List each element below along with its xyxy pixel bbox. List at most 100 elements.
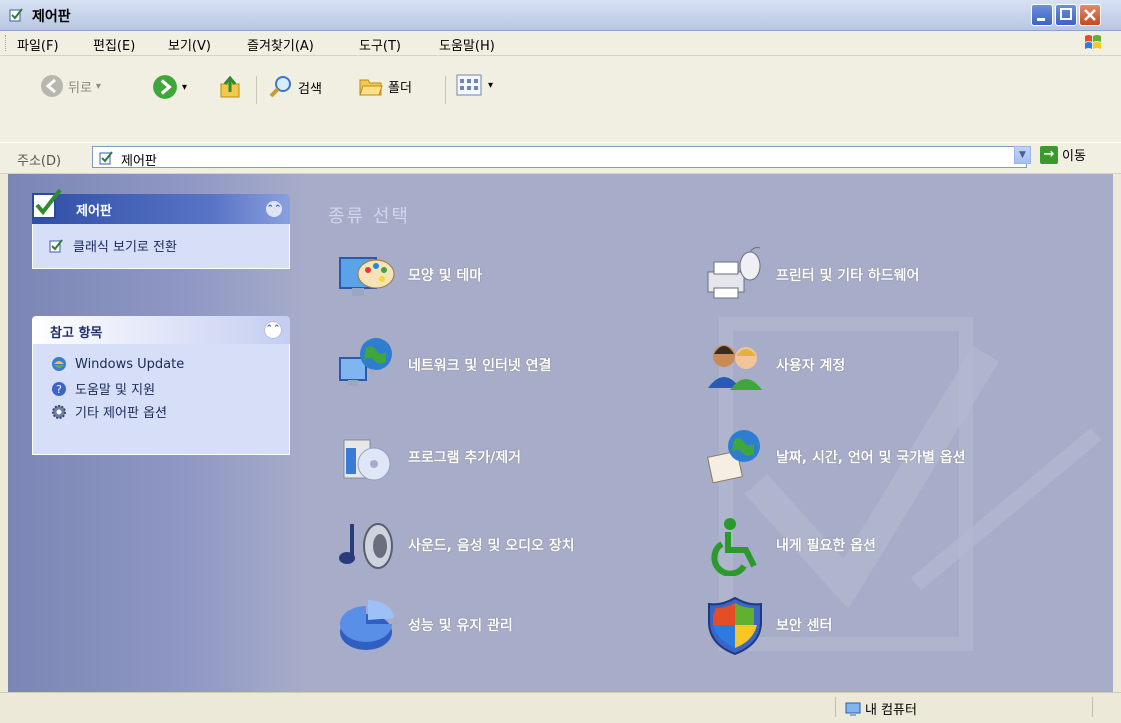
control-panel-icon [9,8,23,22]
category-network-label: 네트워크 및 인터넷 연결 [408,358,552,374]
category-printers-hardware[interactable]: 프린터 및 기타 하드웨어 [704,244,919,306]
collapse-icon[interactable]: ⌃⌃ [266,201,282,217]
users-icon [708,345,762,390]
see-also-panel: 참고 항목 ⌃⌃ Windows Update ? 도움말 및 지원 기타 제어… [32,316,290,455]
svg-text:?: ? [56,383,62,396]
category-appearance-themes[interactable]: 모양 및 테마 [336,244,482,306]
chevron-down-icon: ▼ [1019,150,1026,160]
views-icon [456,74,482,96]
address-bar: 주소(D) 제어판 [0,142,1121,174]
window-title: 제어판 [32,9,71,25]
help-icon: ? [52,381,66,396]
close-button[interactable] [1079,4,1101,26]
windows-update-icon [52,357,66,371]
help-support-link[interactable]: ? 도움말 및 지원 [51,379,155,398]
menu-bar: 파일(F) 편집(E) 보기(V) 즐겨찾기(A) 도구(T) 도움말(H) [0,31,1121,56]
menu-help[interactable]: 도움말(H) [439,35,495,54]
control-panel-task-panel: 제어판 ⌃⌃ 클래식 보기로 전환 [32,188,290,269]
switch-classic-view-label: 클래식 보기로 전환 [73,240,177,255]
category-sounds-audio[interactable]: 사운드, 음성 및 오디오 장치 [336,514,575,576]
control-panel-check-icon [32,188,62,219]
accessibility-icon [711,518,757,576]
back-button[interactable]: 뒤로 ▾ [40,74,101,98]
pie-chart-icon [340,600,394,650]
category-printers-label: 프린터 및 기타 하드웨어 [776,268,920,284]
collapse-icon[interactable]: ⌃⌃ [264,321,282,339]
minimize-button[interactable] [1031,4,1053,26]
help-support-label: 도움말 및 지원 [75,383,156,398]
search-icon [269,76,291,98]
folders-button[interactable]: 폴더 [358,74,412,98]
category-sounds-label: 사운드, 음성 및 오디오 장치 [408,538,575,554]
address-label: 주소(D) [17,154,62,169]
pick-category-heading: 종류 선택 [328,206,410,227]
category-performance-label: 성능 및 유지 관리 [408,618,513,634]
address-value: 제어판 [121,154,157,169]
speaker-note-icon [339,523,393,569]
control-panel-panel-header[interactable]: 제어판 ⌃⌃ [32,188,290,224]
forward-arrow-icon [153,75,177,99]
search-button[interactable]: 검색 [268,74,322,100]
address-dropdown-button[interactable]: ▼ [1014,146,1031,164]
go-arrow-icon: → [1040,145,1058,164]
category-security-label: 보안 센터 [776,618,833,634]
windows-update-link[interactable]: Windows Update [51,356,184,372]
status-zone-label: 내 컴퓨터 [865,703,917,718]
views-dropdown-icon: ▾ [488,79,494,91]
control-panel-icon [99,151,113,165]
back-arrow-icon [41,75,63,97]
windows-logo-icon [1085,35,1101,49]
content-area: 제어판 ⌃⌃ 클래식 보기로 전환 참고 항목 ⌃⌃ Windows Updat… [8,174,1113,692]
maximize-button[interactable] [1055,4,1077,26]
menu-favorites[interactable]: 즐겨찾기(A) [247,35,314,54]
windows-update-label: Windows Update [75,356,185,372]
up-folder-button[interactable] [218,74,244,100]
menu-file[interactable]: 파일(F) [17,35,59,54]
menu-view[interactable]: 보기(V) [168,35,211,54]
control-panel-window: 제어판 파일(F) 편집(E) 보기(V) 즐겨찾기(A) 도구(T) 도움말(… [0,0,1121,723]
address-field[interactable]: 제어판 [92,146,1027,169]
software-box-cd-icon [343,439,391,481]
category-accessibility-label: 내게 필요한 옵션 [776,538,876,554]
other-control-panel-options-link[interactable]: 기타 제어판 옵션 [51,402,167,421]
menu-grip[interactable] [5,35,9,51]
task-pane: 제어판 ⌃⌃ 클래식 보기로 전환 참고 항목 ⌃⌃ Windows Updat… [8,174,306,692]
forward-dropdown-icon[interactable]: ▾ [182,82,187,93]
title-bar[interactable]: 제어판 [0,0,1121,31]
status-bar: 내 컴퓨터 [0,692,1121,723]
go-button[interactable]: → 이동 [1040,145,1086,164]
forward-button[interactable]: ▾ [152,74,187,100]
see-also-title: 참고 항목 [50,326,103,341]
category-security-center[interactable]: 보안 센터 [704,594,832,656]
category-programs-label: 프로그램 추가/제거 [408,450,522,466]
category-performance-maintenance[interactable]: 성능 및 유지 관리 [336,594,513,656]
category-accessibility-options[interactable]: 내게 필요한 옵션 [704,514,876,576]
menu-edit[interactable]: 편집(E) [93,35,135,54]
category-add-remove-programs[interactable]: 프로그램 추가/제거 [336,426,521,488]
status-zone: 내 컴퓨터 [845,699,917,718]
category-appearance-label: 모양 및 테마 [408,268,483,284]
printer-mouse-icon [707,247,761,299]
gear-icon [52,404,66,419]
my-computer-icon [845,702,861,716]
go-label: 이동 [1062,149,1086,164]
category-pane: 종류 선택 모양 및 테마 네트워크 및 인터넷 연결 프로그램 추가/제거 사… [306,174,1113,692]
other-options-label: 기타 제어판 옵션 [75,406,167,421]
network-globe-icon [339,338,392,386]
category-network-internet[interactable]: 네트워크 및 인터넷 연결 [336,334,551,396]
menu-tools[interactable]: 도구(T) [359,35,401,54]
see-also-header[interactable]: 참고 항목 ⌃⌃ [32,316,290,344]
close-icon [1084,9,1096,21]
calendar-globe-icon [707,430,760,484]
category-user-accounts-label: 사용자 계정 [776,358,846,374]
category-user-accounts[interactable]: 사용자 계정 [704,334,845,396]
category-date-time-label: 날짜, 시간, 언어 및 국가별 옵션 [776,450,966,466]
category-date-time-language[interactable]: 날짜, 시간, 언어 및 국가별 옵션 [704,426,966,488]
back-label: 뒤로 [68,80,92,96]
switch-classic-view-link[interactable]: 클래식 보기로 전환 [49,236,177,255]
control-panel-panel-title: 제어판 [76,204,112,219]
back-dropdown-icon[interactable]: ▾ [96,81,101,92]
maximize-icon [1060,8,1072,20]
folders-icon [359,79,383,96]
views-button[interactable]: ▾ [456,74,493,96]
